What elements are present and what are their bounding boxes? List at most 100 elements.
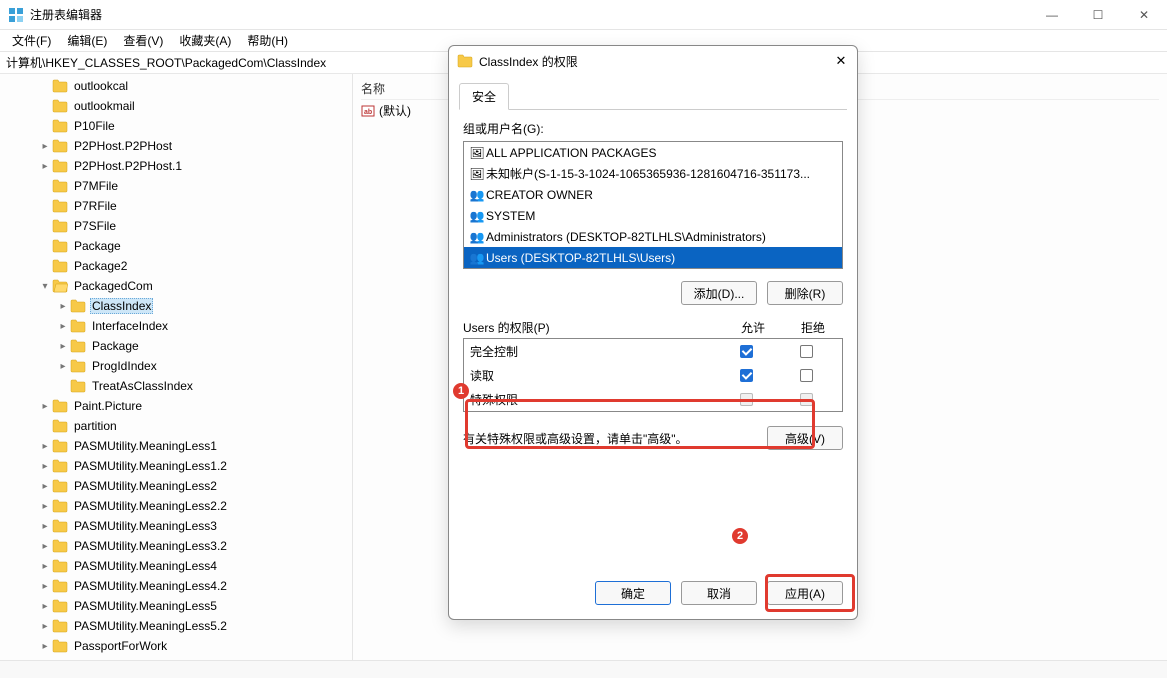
chevron-icon[interactable]: ▸ xyxy=(38,481,52,492)
tree-item[interactable]: P7SFile xyxy=(2,216,352,236)
tree-pane[interactable]: outlookcaloutlookmailP10File▸P2PHost.P2P… xyxy=(0,74,353,660)
deny-checkbox[interactable] xyxy=(800,369,813,382)
chevron-icon[interactable]: ▸ xyxy=(38,521,52,532)
chevron-icon[interactable]: ▸ xyxy=(38,561,52,572)
folder-icon xyxy=(52,179,68,193)
chevron-icon[interactable]: ▸ xyxy=(56,341,70,352)
tree-item[interactable]: ▾ PackagedCom xyxy=(2,276,352,296)
user-name: ALL APPLICATION PACKAGES xyxy=(486,146,657,160)
close-button[interactable]: ✕ xyxy=(1121,0,1167,30)
tree-item[interactable]: ▸ PASMUtility.MeaningLess1.2 xyxy=(2,456,352,476)
chevron-icon[interactable]: ▸ xyxy=(38,501,52,512)
tree-item[interactable]: ▸PASMUtility.MeaningLess4 xyxy=(2,556,352,576)
ok-button[interactable]: 确定 xyxy=(595,581,671,605)
tree-item[interactable]: ▸Paint.Picture xyxy=(2,396,352,416)
user-row[interactable]: 👥CREATOR OWNER xyxy=(464,184,842,205)
chevron-icon[interactable]: ▸ xyxy=(38,601,52,612)
chevron-icon[interactable]: ▸ xyxy=(56,321,70,332)
menu-edit[interactable]: 编辑(E) xyxy=(59,30,115,51)
tree-item[interactable]: ▸PASMUtility.MeaningLess5.2 xyxy=(2,616,352,636)
folder-icon xyxy=(52,499,68,513)
chevron-icon[interactable]: ▸ xyxy=(56,361,70,372)
menu-view[interactable]: 查看(V) xyxy=(115,30,171,51)
folder-icon xyxy=(52,619,68,633)
tree-item[interactable]: ▸ PASMUtility.MeaningLess5 xyxy=(2,596,352,616)
user-row[interactable]: 👥Users (DESKTOP-82TLHLS\Users) xyxy=(464,247,842,268)
tree-item[interactable]: partition xyxy=(2,416,352,436)
user-icon: 👥 xyxy=(468,251,486,265)
chevron-icon[interactable]: ▸ xyxy=(38,161,52,172)
user-icon: 👥 xyxy=(468,188,486,202)
folder-icon xyxy=(457,54,473,68)
chevron-icon[interactable]: ▸ xyxy=(38,441,52,452)
chevron-icon[interactable]: ▸ xyxy=(38,401,52,412)
apply-button[interactable]: 应用(A) xyxy=(767,581,843,605)
tree-item[interactable]: outlookmail xyxy=(2,96,352,116)
statusbar xyxy=(0,660,1167,678)
tree-item[interactable]: Package2 xyxy=(2,256,352,276)
tree-item-label: partition xyxy=(72,419,119,433)
tree-item[interactable]: ▸PASMUtility.MeaningLess3.2 xyxy=(2,536,352,556)
folder-icon xyxy=(52,139,68,153)
chevron-icon[interactable]: ▸ xyxy=(38,461,52,472)
tree-item[interactable]: ▸PASMUtility.MeaningLess4.2 xyxy=(2,576,352,596)
folder-icon xyxy=(52,539,68,553)
chevron-icon[interactable]: ▾ xyxy=(38,281,52,292)
chevron-icon[interactable]: ▸ xyxy=(38,541,52,552)
user-name: SYSTEM xyxy=(486,209,535,223)
menu-fav[interactable]: 收藏夹(A) xyxy=(171,30,239,51)
tree-item[interactable]: ▸PassportForWork xyxy=(2,636,352,656)
folder-icon xyxy=(52,399,68,413)
tree-item-label: PackagedCom xyxy=(72,279,155,293)
chevron-icon[interactable]: ▸ xyxy=(38,581,52,592)
tree-item[interactable]: Package xyxy=(2,236,352,256)
tree-item[interactable]: ▸P2PHost.P2PHost.1 xyxy=(2,156,352,176)
user-row[interactable]: 🖼未知帐户(S-1-15-3-1024-1065365936-128160471… xyxy=(464,163,842,184)
tree-item[interactable]: ▸PASMUtility.MeaningLess2 xyxy=(2,476,352,496)
tree-item-label: PASMUtility.MeaningLess1.2 xyxy=(72,459,229,473)
user-name: Users (DESKTOP-82TLHLS\Users) xyxy=(486,251,675,265)
group-users-label: 组或用户名(G): xyxy=(463,120,843,137)
tree-item[interactable]: P7MFile xyxy=(2,176,352,196)
maximize-button[interactable]: ☐ xyxy=(1075,0,1121,30)
tree-item-label: outlookcal xyxy=(72,79,130,93)
add-button[interactable]: 添加(D)... xyxy=(681,281,757,305)
dialog-close-button[interactable]: ✕ xyxy=(831,53,851,69)
user-icon: 👥 xyxy=(468,209,486,223)
advanced-button[interactable]: 高级(V) xyxy=(767,426,843,450)
dialog-titlebar: ClassIndex 的权限 ✕ xyxy=(449,46,857,76)
chevron-icon[interactable]: ▸ xyxy=(38,641,52,652)
tree-item[interactable]: ▸P2PHost.P2PHost xyxy=(2,136,352,156)
tree-item[interactable]: P7RFile xyxy=(2,196,352,216)
tree-item[interactable]: ▸ProgIdIndex xyxy=(2,356,352,376)
cancel-button[interactable]: 取消 xyxy=(681,581,757,605)
user-list[interactable]: 🖼ALL APPLICATION PACKAGES🖼未知帐户(S-1-15-3-… xyxy=(463,141,843,269)
tree-item[interactable]: ▸InterfaceIndex xyxy=(2,316,352,336)
menu-file[interactable]: 文件(F) xyxy=(4,30,59,51)
minimize-button[interactable]: — xyxy=(1029,0,1075,30)
user-row[interactable]: 👥Administrators (DESKTOP-82TLHLS\Adminis… xyxy=(464,226,842,247)
chevron-icon[interactable]: ▸ xyxy=(38,141,52,152)
menu-help[interactable]: 帮助(H) xyxy=(239,30,296,51)
tree-item[interactable]: ▸ClassIndex xyxy=(2,296,352,316)
allow-checkbox[interactable] xyxy=(740,345,753,358)
chevron-icon[interactable]: ▸ xyxy=(38,621,52,632)
user-row[interactable]: 🖼ALL APPLICATION PACKAGES xyxy=(464,142,842,163)
tree-item[interactable]: P10File xyxy=(2,116,352,136)
allow-checkbox[interactable] xyxy=(740,369,753,382)
folder-icon xyxy=(70,299,86,313)
tree-item-label: PASMUtility.MeaningLess5 xyxy=(72,599,219,613)
tree-item[interactable]: ▸PASMUtility.MeaningLess3 xyxy=(2,516,352,536)
chevron-icon[interactable]: ▸ xyxy=(56,301,70,312)
user-row[interactable]: 👥SYSTEM xyxy=(464,205,842,226)
folder-icon xyxy=(52,199,68,213)
remove-button[interactable]: 删除(R) xyxy=(767,281,843,305)
tree-item[interactable]: ▸Package xyxy=(2,336,352,356)
tree-item[interactable]: ▸PASMUtility.MeaningLess2.2 xyxy=(2,496,352,516)
tree-item[interactable]: ▸PASMUtility.MeaningLess1 xyxy=(2,436,352,456)
tree-item[interactable]: TreatAsClassIndex xyxy=(2,376,352,396)
tab-security[interactable]: 安全 xyxy=(459,83,509,110)
folder-icon xyxy=(52,259,68,273)
deny-checkbox[interactable] xyxy=(800,345,813,358)
tree-item[interactable]: outlookcal xyxy=(2,76,352,96)
